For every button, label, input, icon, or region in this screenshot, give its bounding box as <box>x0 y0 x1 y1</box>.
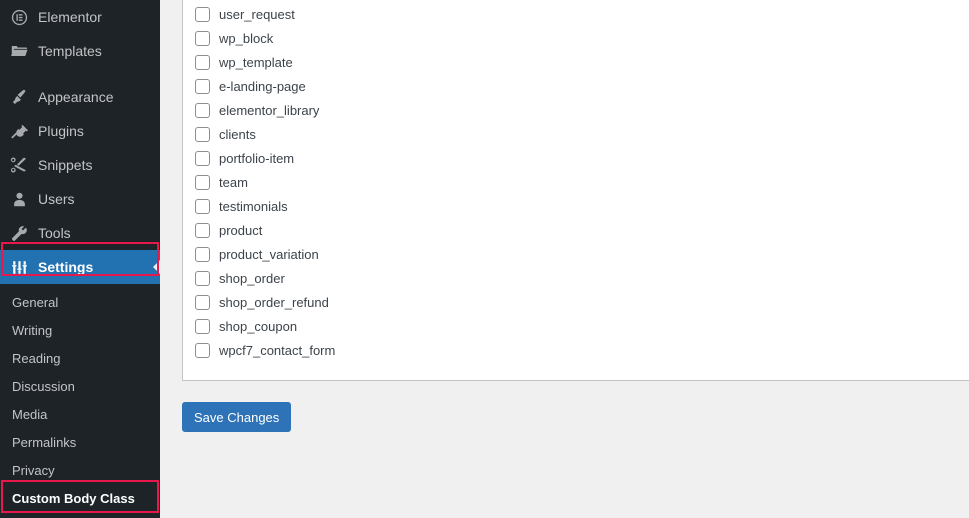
main-content: user_request wp_block wp_template e-landing… <box>160 0 969 518</box>
sidebar-item-label: Elementor <box>38 9 102 25</box>
post-type-row[interactable]: wpcf7_contact_form <box>195 338 335 362</box>
sidebar-item-settings[interactable]: Settings <box>0 250 160 284</box>
post-type-label[interactable]: portfolio-item <box>219 152 294 165</box>
settings-submenu-list: General Writing Reading Discussion Media Perm… <box>0 284 160 512</box>
post-types-panel: user_request wp_block wp_template e-landing… <box>182 0 969 381</box>
sidebar-item-label: Plugins <box>38 123 84 139</box>
post-type-row[interactable]: product_variation <box>195 242 335 266</box>
user-icon <box>9 189 29 209</box>
post-type-label[interactable]: product <box>219 224 262 237</box>
wrench-icon <box>9 223 29 243</box>
post-type-row[interactable]: team <box>195 170 335 194</box>
post-type-row[interactable]: shop_order_refund <box>195 290 335 314</box>
post-type-label[interactable]: product_variation <box>219 248 319 261</box>
post-type-label[interactable]: wp_template <box>219 56 293 69</box>
checkbox-wp_block[interactable] <box>195 30 210 46</box>
elementor-icon <box>9 7 29 27</box>
submenu-item-privacy[interactable]: Privacy <box>0 456 160 484</box>
current-menu-arrow-icon <box>153 259 160 275</box>
checkbox-e-landing-page[interactable] <box>195 78 210 94</box>
checkbox-user_request[interactable] <box>195 6 210 22</box>
post-type-label[interactable]: testimonials <box>219 200 288 213</box>
submenu-item-general[interactable]: General <box>0 288 160 316</box>
post-type-label[interactable]: shop_order <box>219 272 285 285</box>
post-type-row[interactable]: wp_block <box>195 26 335 50</box>
checkbox-portfolio-item[interactable] <box>195 150 210 166</box>
post-type-row[interactable]: elementor_library <box>195 98 335 122</box>
menu-separator <box>0 68 160 80</box>
sidebar-item-label: Templates <box>38 43 102 59</box>
sidebar-item-users[interactable]: Users <box>0 182 160 216</box>
sidebar-item-appearance[interactable]: Appearance <box>0 80 160 114</box>
scissors-icon <box>9 155 29 175</box>
sidebar-item-templates[interactable]: Templates <box>0 34 160 68</box>
sidebar-item-tools[interactable]: Tools <box>0 216 160 250</box>
submenu-item-permalinks[interactable]: Permalinks <box>0 428 160 456</box>
post-type-label[interactable]: clients <box>219 128 256 141</box>
post-type-label[interactable]: elementor_library <box>219 104 319 117</box>
post-type-label[interactable]: e-landing-page <box>219 80 306 93</box>
sliders-icon <box>9 257 29 277</box>
checkbox-shop_order[interactable] <box>195 270 210 286</box>
sidebar-item-snippets[interactable]: Snippets <box>0 148 160 182</box>
admin-screen: Elementor Templates Appearance Plugins Snipp… <box>0 0 969 518</box>
post-type-label[interactable]: shop_order_refund <box>219 296 329 309</box>
submenu-item-reading[interactable]: Reading <box>0 344 160 372</box>
sidebar-item-elementor[interactable]: Elementor <box>0 0 160 34</box>
post-type-checkbox-list: user_request wp_block wp_template e-landing… <box>195 2 335 362</box>
post-type-row[interactable]: shop_coupon <box>195 314 335 338</box>
checkbox-shop_coupon[interactable] <box>195 318 210 334</box>
post-type-row[interactable]: testimonials <box>195 194 335 218</box>
post-type-row[interactable]: shop_order <box>195 266 335 290</box>
checkbox-product[interactable] <box>195 222 210 238</box>
checkbox-product_variation[interactable] <box>195 246 210 262</box>
sidebar-item-label: Settings <box>38 259 94 275</box>
checkbox-shop_order_refund[interactable] <box>195 294 210 310</box>
sidebar-item-label: Snippets <box>38 157 93 173</box>
post-type-row[interactable]: product <box>195 218 335 242</box>
checkbox-elementor_library[interactable] <box>195 102 210 118</box>
primary-menu-list: Elementor Templates Appearance Plugins Snipp… <box>0 0 160 284</box>
plug-icon <box>9 121 29 141</box>
paintbrush-icon <box>9 87 29 107</box>
post-type-row[interactable]: e-landing-page <box>195 74 335 98</box>
sidebar-item-label: Users <box>38 191 75 207</box>
checkbox-wp_template[interactable] <box>195 54 210 70</box>
submenu-item-custom-body-class[interactable]: Custom Body Class <box>0 484 160 512</box>
submenu-item-media[interactable]: Media <box>0 400 160 428</box>
checkbox-wpcf7_contact_form[interactable] <box>195 342 210 358</box>
checkbox-clients[interactable] <box>195 126 210 142</box>
post-type-label[interactable]: wp_block <box>219 32 273 45</box>
post-type-label[interactable]: shop_coupon <box>219 320 297 333</box>
post-type-row[interactable]: wp_template <box>195 50 335 74</box>
post-type-label[interactable]: team <box>219 176 248 189</box>
submenu-item-discussion[interactable]: Discussion <box>0 372 160 400</box>
post-type-row[interactable]: clients <box>195 122 335 146</box>
sidebar-item-plugins[interactable]: Plugins <box>0 114 160 148</box>
post-type-label[interactable]: user_request <box>219 8 295 21</box>
post-type-row[interactable]: user_request <box>195 2 335 26</box>
save-changes-button[interactable]: Save Changes <box>182 402 292 432</box>
folder-icon <box>9 41 29 61</box>
post-type-row[interactable]: portfolio-item <box>195 146 335 170</box>
checkbox-team[interactable] <box>195 174 210 190</box>
sidebar-item-label: Appearance <box>38 89 114 105</box>
sidebar-item-label: Tools <box>38 225 71 241</box>
checkbox-testimonials[interactable] <box>195 198 210 214</box>
post-type-label[interactable]: wpcf7_contact_form <box>219 344 335 357</box>
submenu-item-writing[interactable]: Writing <box>0 316 160 344</box>
admin-sidebar: Elementor Templates Appearance Plugins Snipp… <box>0 0 160 518</box>
